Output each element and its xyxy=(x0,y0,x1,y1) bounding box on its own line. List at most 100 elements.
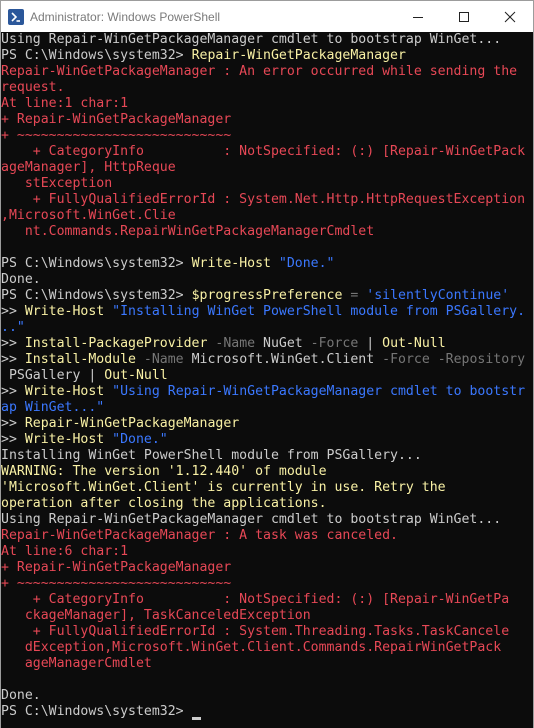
console-text: + ~~~~~~~~~~~~~~~~~~~~~~~~~~~ xyxy=(1,128,232,143)
console-line: PS C:\Windows\system32> xyxy=(1,704,192,720)
console-text: request. xyxy=(1,80,65,95)
console-line: Using Repair-WinGetPackageManager cmdlet… xyxy=(1,32,501,48)
console-text: ap WinGet..." xyxy=(1,400,105,415)
console-line: + FullyQualifiedErrorId : System.Threadi… xyxy=(1,624,509,640)
console-text: -Force -Repository xyxy=(382,352,526,367)
console-text: >> xyxy=(1,304,25,319)
console-text: "Done." xyxy=(278,256,335,271)
console-text: Install-PackageProvider xyxy=(24,336,216,351)
console-line: Installing WinGet PowerShell module from… xyxy=(1,448,422,464)
console-line: nt.Commands.RepairWinGetPackageManagerCm… xyxy=(1,224,374,240)
console-line: >> Write-Host "Using Repair-WinGetPackag… xyxy=(1,384,525,400)
console-text: >> xyxy=(1,416,25,431)
console-line: Using Repair-WinGetPackageManager cmdlet… xyxy=(1,512,501,528)
console-text: + CategoryInfo : NotSpecified: (:) [Repa… xyxy=(1,592,510,607)
console-line: request. xyxy=(1,80,65,96)
console-text: Using Repair-WinGetPackageManager cmdlet… xyxy=(1,32,502,47)
console-text: + ~~~~~~~~~~~~~~~~~~~~~~~~~~~ xyxy=(1,576,232,591)
window-controls xyxy=(395,1,533,32)
console-text: operation after closing the applications… xyxy=(1,496,327,511)
console-line: Repair-WinGetPackageManager : A task was… xyxy=(1,528,398,544)
console-line: ageManagerCmdlet xyxy=(1,656,152,672)
console-text: + CategoryInfo : NotSpecified: (:) [Repa… xyxy=(1,144,526,159)
console-text: -Name xyxy=(215,336,264,351)
console-text: Out-Null xyxy=(104,368,168,383)
console-line: operation after closing the applications… xyxy=(1,496,327,512)
console-text: + Repair-WinGetPackageManager xyxy=(1,560,232,575)
console-text: + FullyQualifiedErrorId : System.Threadi… xyxy=(1,624,510,639)
console-line: 'Microsoft.WinGet.Client' is currently i… xyxy=(1,480,446,496)
console-line: + FullyQualifiedErrorId : System.Net.Htt… xyxy=(1,192,525,208)
console-text: stException xyxy=(1,176,113,191)
window-title: Administrator: Windows PowerShell xyxy=(30,9,221,24)
console-line: Done. xyxy=(1,688,41,704)
console-text: "Using Repair-WinGetPackageManager cmdle… xyxy=(112,384,526,399)
console-text: -Force xyxy=(310,336,367,351)
text-cursor xyxy=(192,717,201,720)
console-line: >> Install-Module -Name Microsoft.WinGet… xyxy=(1,352,525,368)
close-button[interactable] xyxy=(487,1,533,32)
powershell-window: Administrator: Windows PowerShell Using … xyxy=(0,0,534,728)
console-text: | xyxy=(88,368,105,383)
console-line: dException,Microsoft.WinGet.Client.Comma… xyxy=(1,640,501,656)
console-text: PS C:\Windows\system32> xyxy=(1,48,192,63)
close-icon xyxy=(504,11,516,22)
console-text: PS C:\Windows\system32> xyxy=(1,704,192,719)
console-text: "Done." xyxy=(112,432,168,447)
console-line: >> Repair-WinGetPackageManager xyxy=(1,416,239,432)
console-text: ageManagerCmdlet xyxy=(1,656,152,671)
console-line: ap WinGet..." xyxy=(1,400,104,416)
console-text: -Name xyxy=(143,352,192,367)
console-text: + FullyQualifiedErrorId : System.Net.Htt… xyxy=(1,192,526,207)
console-text: Repair-WinGetPackageManager xyxy=(191,48,406,63)
console-text: Write-Host xyxy=(24,384,113,399)
console-line: + Repair-WinGetPackageManager xyxy=(1,112,231,128)
console-text: Using Repair-WinGetPackageManager cmdlet… xyxy=(1,512,502,527)
powershell-icon xyxy=(8,8,24,25)
console-line: ckageManager], TaskCanceledException xyxy=(1,608,311,624)
console-line: + CategoryInfo : NotSpecified: (:) [Repa… xyxy=(1,144,525,160)
console-line: At line:6 char:1 xyxy=(1,544,128,560)
console-text: Microsoft.WinGet.Client xyxy=(191,352,383,367)
maximize-button[interactable] xyxy=(441,1,487,32)
console-text: >> xyxy=(1,432,25,447)
console-output[interactable]: Using Repair-WinGetPackageManager cmdlet… xyxy=(1,32,533,728)
console-line: >> Write-Host "Installing WinGet PowerSh… xyxy=(1,304,525,320)
console-line: At line:1 char:1 xyxy=(1,96,128,112)
console-text: WARNING: The version '1.12.440' of modul… xyxy=(1,464,327,479)
console-text: Repair-WinGetPackageManager : A task was… xyxy=(1,528,398,543)
console-text: PS C:\Windows\system32> xyxy=(1,288,192,303)
console-text: At line:1 char:1 xyxy=(1,96,129,111)
title-bar[interactable]: Administrator: Windows PowerShell xyxy=(1,1,533,32)
console-text: Done. xyxy=(1,688,41,703)
console-text: Repair-WinGetPackageManager : An error o… xyxy=(1,64,518,79)
console-text: ,Microsoft.WinGet.Clie xyxy=(1,208,176,223)
console-text: 'silentlyContinue' xyxy=(366,288,510,303)
console-line: + ~~~~~~~~~~~~~~~~~~~~~~~~~~~ xyxy=(1,128,231,144)
console-text: PS C:\Windows\system32> xyxy=(1,256,192,271)
console-line: >> Install-PackageProvider -Name NuGet -… xyxy=(1,336,446,352)
console-text: dException,Microsoft.WinGet.Client.Comma… xyxy=(1,640,502,655)
minimize-button[interactable] xyxy=(395,1,441,32)
console-line: + ~~~~~~~~~~~~~~~~~~~~~~~~~~~ xyxy=(1,576,231,592)
console-text: Out-Null xyxy=(382,336,446,351)
console-text: Done. xyxy=(1,272,41,287)
console-text: = xyxy=(342,288,367,303)
console-line: PS C:\Windows\system32> Repair-WinGetPac… xyxy=(1,48,406,64)
console-line: WARNING: The version '1.12.440' of modul… xyxy=(1,464,327,480)
console-text: nt.Commands.RepairWinGetPackageManagerCm… xyxy=(1,224,375,239)
console-text: Installing WinGet PowerShell module from… xyxy=(1,448,422,463)
console-text: >> xyxy=(1,352,25,367)
console-text: "Installing WinGet PowerShell module fro… xyxy=(112,304,526,319)
console-text: ckageManager], TaskCanceledException xyxy=(1,608,311,623)
console-text: NuGet xyxy=(263,336,311,351)
console-line: PSGallery | Out-Null xyxy=(1,368,168,384)
console-line: + Repair-WinGetPackageManager xyxy=(1,560,231,576)
console-text: .." xyxy=(1,320,25,335)
console-text: Install-Module xyxy=(24,352,144,367)
console-line: PS C:\Windows\system32> Write-Host "Done… xyxy=(1,256,334,272)
console-text: Write-Host xyxy=(24,304,113,319)
console-line: ageManager], HttpReque xyxy=(1,160,176,176)
console-text: >> xyxy=(1,336,25,351)
console-text: Write-Host xyxy=(191,256,279,271)
